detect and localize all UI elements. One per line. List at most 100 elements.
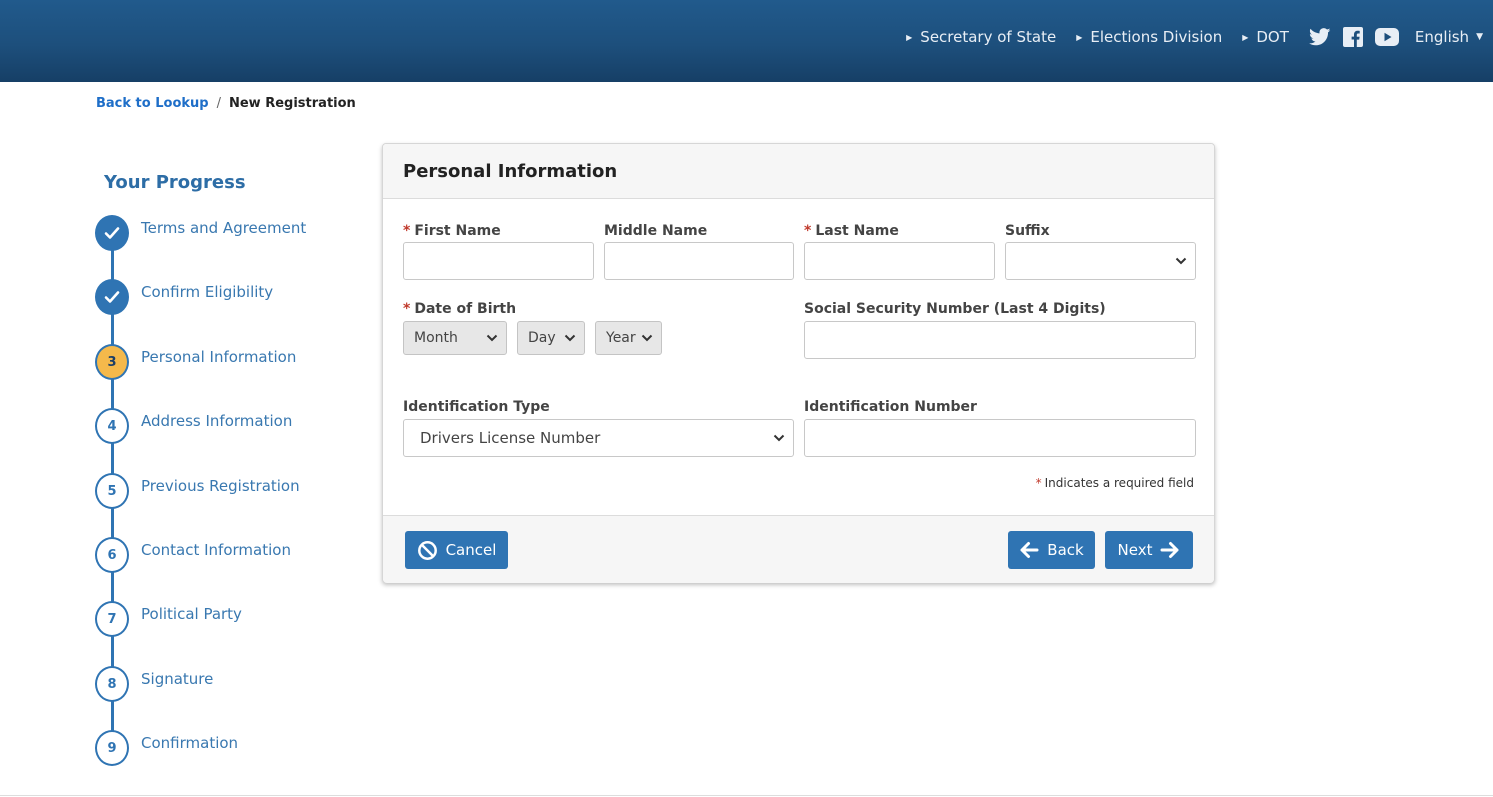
step-label: Address Information bbox=[141, 412, 293, 430]
identification-number-input[interactable] bbox=[804, 419, 1196, 457]
step-label: Personal Information bbox=[141, 348, 297, 366]
breadcrumb-back-to-lookup[interactable]: Back to Lookup bbox=[96, 96, 209, 111]
last-name-input[interactable] bbox=[804, 242, 995, 280]
cancel-button-label: Cancel bbox=[445, 541, 497, 559]
cancel-button[interactable]: Cancel bbox=[405, 531, 508, 569]
first-name-label: * First Name bbox=[403, 223, 501, 239]
identification-type-value: Drivers License Number bbox=[420, 429, 601, 447]
step-label: Contact Information bbox=[141, 541, 291, 559]
chevron-down-icon bbox=[486, 334, 498, 342]
youtube-icon[interactable] bbox=[1374, 28, 1399, 46]
middle-name-label: Middle Name bbox=[604, 223, 708, 239]
progress-step-terms-and-agreement: Terms and Agreement bbox=[95, 215, 345, 251]
step-number: 8 bbox=[95, 666, 129, 702]
language-dropdown[interactable]: English ▼ bbox=[1415, 28, 1483, 46]
nav-link-elections-division[interactable]: ▶ Elections Division bbox=[1076, 28, 1222, 46]
required-marker: * bbox=[1035, 476, 1042, 490]
breadcrumb: Back to Lookup / New Registration bbox=[96, 96, 356, 111]
step-number: 9 bbox=[95, 730, 129, 766]
label-text: Date of Birth bbox=[414, 301, 517, 317]
card-title: Personal Information bbox=[403, 161, 618, 182]
identification-number-label: Identification Number bbox=[804, 399, 977, 415]
progress-step-confirm-eligibility: Confirm Eligibility bbox=[95, 279, 345, 315]
arrow-right-icon bbox=[1160, 541, 1180, 559]
first-name-input[interactable] bbox=[403, 242, 594, 280]
language-label: English bbox=[1414, 28, 1470, 46]
step-label: Political Party bbox=[141, 605, 242, 623]
dob-month-value: Month bbox=[414, 330, 458, 346]
personal-information-card: Personal Information * First Name Middle … bbox=[382, 143, 1215, 583]
arrow-left-icon bbox=[1019, 541, 1039, 559]
required-marker: * bbox=[403, 301, 411, 317]
step-label: Signature bbox=[141, 670, 214, 688]
back-button-label: Back bbox=[1047, 541, 1084, 559]
social-links bbox=[1308, 27, 1411, 47]
triangle-right-icon: ▶ bbox=[1242, 32, 1249, 42]
progress-title: Your Progress bbox=[104, 172, 246, 193]
progress-step-previous-registration: 5 Previous Registration bbox=[95, 473, 345, 509]
step-label: Confirmation bbox=[141, 734, 239, 752]
footer-divider bbox=[0, 795, 1493, 796]
progress-step-address-information: 4 Address Information bbox=[95, 408, 345, 444]
next-button-label: Next bbox=[1117, 541, 1153, 559]
nav-link-label: Elections Division bbox=[1090, 28, 1223, 46]
progress-step-confirmation: 9 Confirmation bbox=[95, 730, 345, 766]
step-label: Previous Registration bbox=[141, 477, 300, 495]
progress-step-contact-information: 6 Contact Information bbox=[95, 537, 345, 573]
progress-step-personal-information: 3 Personal Information bbox=[95, 344, 345, 380]
step-label: Terms and Agreement bbox=[141, 219, 307, 237]
top-nav: ▶ Secretary of State ▶ Elections Divisio… bbox=[906, 24, 1483, 50]
back-button[interactable]: Back bbox=[1008, 531, 1095, 569]
identification-type-select[interactable]: Drivers License Number bbox=[403, 419, 794, 457]
nav-link-label: Secretary of State bbox=[920, 28, 1057, 46]
triangle-right-icon: ▶ bbox=[1076, 32, 1083, 42]
nav-link-dot[interactable]: ▶ DOT bbox=[1242, 28, 1289, 46]
required-note-text: Indicates a required field bbox=[1044, 476, 1194, 490]
required-marker: * bbox=[403, 223, 411, 239]
step-number: 6 bbox=[95, 537, 129, 573]
dob-day-select[interactable]: Day bbox=[517, 321, 585, 355]
label-text: Last Name bbox=[815, 223, 899, 239]
twitter-icon[interactable] bbox=[1308, 28, 1331, 46]
step-label: Confirm Eligibility bbox=[141, 283, 274, 301]
required-field-note: * Indicates a required field bbox=[1036, 476, 1194, 490]
progress-step-signature: 8 Signature bbox=[95, 666, 345, 702]
required-marker: * bbox=[804, 223, 812, 239]
triangle-right-icon: ▶ bbox=[906, 32, 913, 42]
next-button[interactable]: Next bbox=[1105, 531, 1193, 569]
step-complete-icon bbox=[95, 215, 129, 251]
facebook-icon[interactable] bbox=[1342, 27, 1363, 47]
identification-type-label: Identification Type bbox=[403, 399, 550, 415]
label-text: First Name bbox=[414, 223, 501, 239]
chevron-down-icon bbox=[641, 334, 653, 342]
date-of-birth-label: * Date of Birth bbox=[403, 301, 516, 317]
caret-down-icon: ▼ bbox=[1476, 32, 1483, 42]
dob-day-value: Day bbox=[528, 330, 556, 346]
nav-link-secretary-of-state[interactable]: ▶ Secretary of State bbox=[906, 28, 1056, 46]
progress-step-political-party: 7 Political Party bbox=[95, 601, 345, 637]
dob-month-select[interactable]: Month bbox=[403, 321, 507, 355]
breadcrumb-separator: / bbox=[216, 96, 221, 111]
dob-year-value: Year bbox=[606, 330, 636, 346]
ban-icon bbox=[417, 540, 438, 561]
ssn-label: Social Security Number (Last 4 Digits) bbox=[804, 301, 1106, 317]
site-header: ▶ Secretary of State ▶ Elections Divisio… bbox=[0, 0, 1493, 82]
nav-link-label: DOT bbox=[1256, 28, 1289, 46]
suffix-label: Suffix bbox=[1005, 223, 1050, 239]
chevron-down-icon bbox=[564, 334, 576, 342]
step-complete-icon bbox=[95, 279, 129, 315]
dob-year-select[interactable]: Year bbox=[595, 321, 662, 355]
card-footer: Cancel Back Next bbox=[383, 515, 1214, 583]
step-number: 7 bbox=[95, 601, 129, 637]
chevron-down-icon bbox=[773, 434, 785, 442]
card-header: Personal Information bbox=[383, 144, 1214, 199]
chevron-down-icon bbox=[1175, 257, 1187, 265]
last-name-label: * Last Name bbox=[804, 223, 899, 239]
step-number: 3 bbox=[95, 344, 129, 380]
suffix-select[interactable] bbox=[1005, 242, 1196, 280]
ssn-input[interactable] bbox=[804, 321, 1196, 359]
breadcrumb-current: New Registration bbox=[228, 96, 356, 111]
middle-name-input[interactable] bbox=[604, 242, 794, 280]
step-number: 4 bbox=[95, 408, 129, 444]
step-number: 5 bbox=[95, 473, 129, 509]
